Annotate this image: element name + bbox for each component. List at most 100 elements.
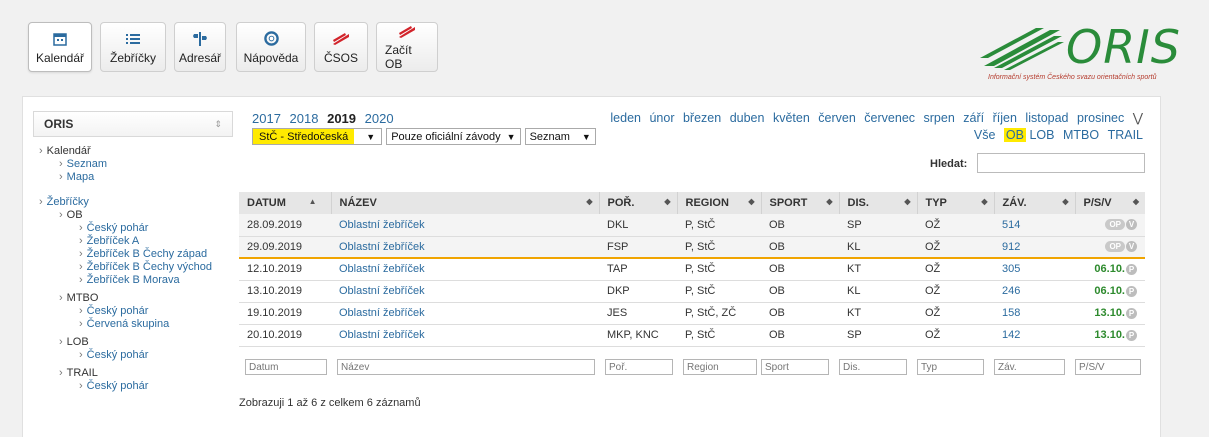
csos-button[interactable]: ČSOS (314, 22, 368, 72)
sidebar-item-trail[interactable]: › TRAIL (33, 367, 233, 380)
event-link[interactable]: Oblastní žebříček (339, 219, 425, 231)
column-header-dis[interactable]: DIS. ◆ (839, 192, 918, 214)
sidebar-item-kalendar[interactable]: › Kalendář (33, 145, 233, 158)
region-select[interactable]: StČ - Středočeská ▼ (252, 128, 383, 145)
directory-button[interactable]: Adresář (174, 22, 226, 72)
month-link[interactable]: říjen (993, 111, 1017, 125)
year-link-2018[interactable]: 2018 (290, 111, 319, 126)
help-button[interactable]: Nápověda (236, 22, 306, 72)
sidebar: ORIS ⇕ › Kalendář › Seznam › Mapa › Žebříčky… (33, 111, 233, 393)
status-badge-icon[interactable]: P (1126, 307, 1137, 319)
cell-zav: 246 (994, 280, 1075, 303)
op-badge-icon[interactable]: OP (1105, 241, 1125, 253)
sidebar-item-lob[interactable]: › LOB (33, 336, 233, 349)
month-link[interactable]: duben (730, 111, 765, 125)
calendar-button[interactable]: Kalendář (28, 22, 92, 72)
sidebar-item-zebricky[interactable]: › Žebříčky (33, 196, 233, 209)
event-link[interactable]: Oblastní žebříček (339, 241, 425, 253)
official-select[interactable]: Pouze oficiální závody ▼ (386, 128, 521, 145)
event-link[interactable]: Oblastní žebříček (339, 329, 425, 341)
sidebar-item-ob[interactable]: › OB (33, 209, 233, 222)
column-header-psv[interactable]: P/S/V ◆ (1075, 192, 1145, 214)
filter-input-dis[interactable] (839, 359, 907, 375)
sidebar-item-ob-zebricek-a[interactable]: › Žebříček A (33, 235, 233, 248)
type-link-ob-active[interactable]: OB (1003, 128, 1026, 142)
sort-icon: ◆ (981, 197, 988, 206)
sidebar-item-mtbo-cesky-pohar[interactable]: › Český pohár (33, 305, 233, 318)
rankings-button[interactable]: Žebříčky (100, 22, 166, 72)
filter-input-typ[interactable] (917, 359, 984, 375)
sport-type-links: Vše OB LOB MTBO TRAIL (974, 128, 1143, 142)
column-header-zav[interactable]: ZÁV. ◆ (994, 192, 1076, 214)
column-header-nazev[interactable]: NÁZEV ◆ (331, 192, 600, 214)
sidebar-item-lob-cesky-pohar[interactable]: › Český pohár (33, 349, 233, 362)
month-link[interactable]: září (963, 111, 984, 125)
cell-psv: OP V (1075, 236, 1145, 259)
sidebar-item-seznam[interactable]: › Seznam (33, 158, 233, 171)
filter-input-datum[interactable] (245, 359, 327, 375)
filter-input-region[interactable] (683, 359, 757, 375)
entries-link[interactable]: 142 (1002, 329, 1020, 341)
view-select[interactable]: Seznam ▼ (524, 128, 596, 145)
filter-input-nazev[interactable] (337, 359, 595, 375)
entries-link[interactable]: 305 (1002, 263, 1020, 275)
sidebar-item-trail-cesky-pohar[interactable]: › Český pohár (33, 380, 233, 393)
filter-input-por[interactable] (605, 359, 673, 375)
filter-input-sport[interactable] (761, 359, 829, 375)
year-link-2020[interactable]: 2020 (365, 111, 394, 126)
search-input[interactable] (977, 153, 1145, 173)
sidebar-item-ob-zebricek-b-zapad[interactable]: › Žebříček B Čechy západ (33, 248, 233, 261)
month-link[interactable]: listopad (1025, 111, 1068, 125)
sidebar-item-ob-zebricek-b-morava[interactable]: › Žebříček B Morava (33, 274, 233, 287)
type-link-lob[interactable]: LOB (1029, 128, 1054, 142)
entries-link[interactable]: 912 (1002, 241, 1020, 253)
cell-dis: KT (839, 302, 917, 325)
cell-psv: 13.10. P (1075, 324, 1145, 347)
status-badge-icon[interactable]: V (1126, 219, 1137, 231)
entries-link[interactable]: 158 (1002, 307, 1020, 319)
status-badge-icon[interactable]: P (1126, 329, 1137, 341)
column-header-por[interactable]: POŘ. ◆ (599, 192, 678, 214)
double-chevron-down-icon[interactable]: ⋁ (1133, 111, 1143, 125)
type-link-trail[interactable]: TRAIL (1108, 128, 1143, 142)
month-link[interactable]: březen (683, 111, 721, 125)
month-link[interactable]: červen (818, 111, 856, 125)
op-badge-icon[interactable]: OP (1105, 219, 1125, 231)
column-header-datum[interactable]: DATUM ▲ (239, 192, 332, 214)
month-link[interactable]: květen (773, 111, 810, 125)
status-badge-icon[interactable]: P (1126, 263, 1137, 275)
sidebar-item-mtbo[interactable]: › MTBO (33, 292, 233, 305)
column-header-region[interactable]: REGION ◆ (677, 192, 762, 214)
cell-nazev: Oblastní žebříček (331, 214, 599, 237)
month-link[interactable]: únor (649, 111, 674, 125)
cell-psv: 13.10. P (1075, 302, 1145, 325)
year-link-2017[interactable]: 2017 (252, 111, 281, 126)
filter-input-psv[interactable] (1075, 359, 1141, 375)
filter-input-zav[interactable] (994, 359, 1065, 375)
month-link[interactable]: srpen (924, 111, 955, 125)
oris-logo[interactable]: ORIS Informační systém Českého svazu ori… (980, 20, 1180, 92)
sidebar-item-mtbo-cervena-skupina[interactable]: › Červená skupina (33, 318, 233, 331)
entries-link[interactable]: 514 (1002, 219, 1020, 231)
status-badge-icon[interactable]: P (1126, 285, 1137, 297)
month-link[interactable]: leden (610, 111, 641, 125)
main-toolbar: Kalendář Žebříčky Adresář Nápověda ČSOS … (28, 22, 438, 72)
arrow-icon: › (59, 336, 63, 348)
sidebar-toggle-icon: ⇕ (214, 118, 222, 129)
sidebar-item-ob-zebricek-b-vychod[interactable]: › Žebříček B Čechy východ (33, 261, 233, 274)
month-link[interactable]: prosinec (1077, 111, 1124, 125)
start-orienteering-button[interactable]: Začít OB (376, 22, 438, 72)
sidebar-item-ob-cesky-pohar[interactable]: › Český pohár (33, 222, 233, 235)
event-link[interactable]: Oblastní žebříček (339, 263, 425, 275)
column-header-sport[interactable]: SPORT ◆ (761, 192, 840, 214)
type-link-mtbo[interactable]: MTBO (1063, 128, 1099, 142)
sidebar-item-mapa[interactable]: › Mapa (33, 171, 233, 184)
event-link[interactable]: Oblastní žebříček (339, 307, 425, 319)
status-badge-icon[interactable]: V (1126, 241, 1137, 253)
column-header-typ[interactable]: TYP ◆ (917, 192, 995, 214)
entries-link[interactable]: 246 (1002, 285, 1020, 297)
month-link[interactable]: červenec (864, 111, 915, 125)
event-link[interactable]: Oblastní žebříček (339, 285, 425, 297)
type-link-vse[interactable]: Vše (974, 128, 996, 142)
sidebar-header[interactable]: ORIS ⇕ (33, 111, 233, 137)
